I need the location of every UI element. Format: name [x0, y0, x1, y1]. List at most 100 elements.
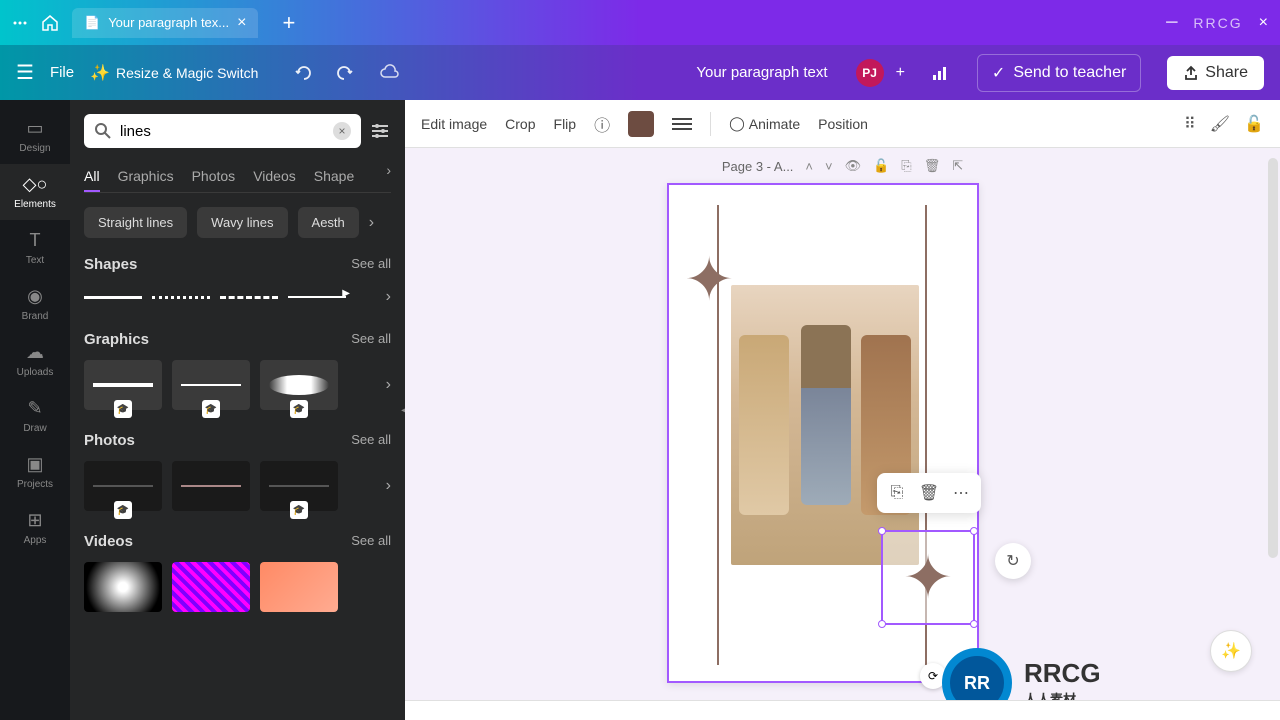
hide-page-icon[interactable]: 👁	[845, 158, 862, 174]
shape-line-arrow[interactable]	[288, 285, 346, 309]
cloud-sync-icon[interactable]	[378, 62, 400, 84]
position-button[interactable]: Position	[818, 116, 868, 132]
app-menu-icon[interactable]	[12, 15, 28, 31]
user-avatar[interactable]: PJ	[856, 59, 884, 87]
nav-apps[interactable]: ⊞ Apps	[0, 500, 70, 556]
nav-projects[interactable]: ▣ Projects	[0, 444, 70, 500]
resize-handle[interactable]	[970, 620, 978, 628]
tab-all[interactable]: All	[84, 162, 100, 192]
resize-magic-button[interactable]: ✨ Resize & Magic Switch	[90, 63, 258, 83]
regenerate-icon[interactable]: ↻	[995, 543, 1031, 579]
photo-item[interactable]	[172, 461, 250, 511]
resize-handle[interactable]	[878, 527, 886, 535]
share-button[interactable]: Share	[1167, 56, 1264, 90]
stroke-style-button[interactable]	[672, 118, 692, 130]
transparency-icon[interactable]: ⠿	[1184, 114, 1196, 134]
photo-item[interactable]: 🎓	[260, 461, 338, 511]
elements-icon: ◇○	[23, 174, 48, 195]
edu-badge-icon: 🎓	[114, 501, 132, 519]
chip-straight-lines[interactable]: Straight lines	[84, 207, 187, 238]
more-icon[interactable]: ⋯	[947, 479, 975, 507]
selected-element[interactable]: ✦	[881, 530, 975, 625]
nav-draw[interactable]: ✎ Draw	[0, 388, 70, 444]
copy-style-icon[interactable]: 🖌	[1210, 114, 1230, 134]
edu-badge-icon: 🎓	[290, 501, 308, 519]
filter-icon[interactable]	[369, 114, 391, 148]
tab-videos[interactable]: Videos	[253, 162, 296, 192]
fill-color-swatch[interactable]	[628, 111, 654, 137]
new-tab-button[interactable]: +	[282, 10, 295, 36]
photo-item[interactable]: 🎓	[84, 461, 162, 511]
video-item[interactable]	[172, 562, 250, 612]
ai-assistant-button[interactable]: ✨	[1210, 630, 1252, 672]
document-tab[interactable]: 📄 Your paragraph tex... ×	[72, 8, 258, 38]
see-all-graphics[interactable]: See all	[351, 331, 391, 348]
info-icon[interactable]: ⓘ	[594, 112, 610, 136]
photo-element[interactable]	[731, 285, 919, 565]
hamburger-icon[interactable]: ☰	[16, 60, 34, 85]
home-icon[interactable]	[40, 13, 60, 33]
duplicate-icon[interactable]: ⎘	[883, 479, 911, 507]
delete-page-icon[interactable]: 🗑	[924, 158, 941, 174]
resize-handle[interactable]	[878, 620, 886, 628]
see-all-videos[interactable]: See all	[351, 533, 391, 550]
add-user-icon[interactable]: +	[896, 64, 905, 82]
file-menu[interactable]: File	[50, 64, 74, 81]
redo-button[interactable]	[334, 63, 354, 83]
graphic-item[interactable]: 🎓	[84, 360, 162, 410]
chevron-down-icon[interactable]: ˅	[825, 159, 833, 174]
shape-line-dashed[interactable]	[220, 285, 278, 309]
nav-uploads[interactable]: ☁ Uploads	[0, 332, 70, 388]
crop-button[interactable]: Crop	[505, 116, 535, 132]
flip-button[interactable]: Flip	[554, 116, 577, 132]
chevron-right-icon[interactable]: ›	[369, 207, 374, 238]
close-window-icon[interactable]: ×	[1259, 14, 1268, 32]
chevron-right-icon[interactable]: ›	[386, 477, 391, 495]
insights-icon[interactable]	[929, 63, 949, 83]
chip-aesthetic[interactable]: Aesth	[298, 207, 359, 238]
video-item[interactable]	[84, 562, 162, 612]
chevron-right-icon[interactable]: ›	[386, 376, 391, 394]
tab-graphics[interactable]: Graphics	[118, 162, 174, 192]
clear-search-icon[interactable]: ×	[333, 122, 351, 140]
lock-icon[interactable]: 🔓	[1244, 114, 1264, 134]
nav-label: Elements	[14, 199, 56, 210]
video-item[interactable]	[260, 562, 338, 612]
sparkle-graphic[interactable]: ✦	[684, 245, 734, 315]
send-to-teacher-button[interactable]: ✓ Send to teacher	[977, 54, 1141, 92]
chevron-right-icon[interactable]: ›	[386, 288, 391, 306]
scrollbar[interactable]	[1268, 158, 1278, 558]
minimize-icon[interactable]: ─	[1166, 14, 1177, 32]
shape-line-solid[interactable]	[84, 285, 142, 309]
nav-text[interactable]: T Text	[0, 220, 70, 276]
nav-design[interactable]: ▭ Design	[0, 108, 70, 164]
undo-button[interactable]	[294, 63, 314, 83]
search-input[interactable]	[120, 123, 333, 140]
chevron-up-icon[interactable]: ˄	[805, 159, 813, 174]
export-page-icon[interactable]: ⇱	[952, 158, 963, 174]
close-icon[interactable]: ×	[237, 14, 246, 32]
duplicate-page-icon[interactable]: ⎘	[901, 158, 911, 174]
search-box[interactable]: ×	[84, 114, 361, 148]
nav-brand[interactable]: ◉ Brand	[0, 276, 70, 332]
lock-page-icon[interactable]: 🔓	[873, 158, 889, 174]
nav-elements[interactable]: ◇○ Elements	[0, 164, 70, 220]
panel-collapse-handle[interactable]	[397, 380, 405, 440]
rotate-handle[interactable]: ⟳	[920, 663, 946, 689]
chip-wavy-lines[interactable]: Wavy lines	[197, 207, 287, 238]
chevron-right-icon[interactable]: ›	[386, 162, 391, 192]
trash-icon[interactable]: 🗑	[915, 479, 943, 507]
shape-line-dotted[interactable]	[152, 285, 210, 309]
document-title[interactable]: Your paragraph text	[696, 64, 827, 81]
animate-button[interactable]: ◯ Animate	[729, 115, 800, 132]
see-all-shapes[interactable]: See all	[351, 256, 391, 273]
graphic-item[interactable]: 🎓	[172, 360, 250, 410]
design-page[interactable]: ✦ ✦	[667, 183, 979, 683]
resize-handle[interactable]	[970, 527, 978, 535]
graphic-item[interactable]: 🎓	[260, 360, 338, 410]
tab-photos[interactable]: Photos	[192, 162, 236, 192]
canvas-viewport[interactable]: Page 3 - A... ˄ ˅ 👁 🔓 ⎘ 🗑 ⇱ ✦	[405, 148, 1280, 700]
tab-shapes[interactable]: Shape	[314, 162, 354, 192]
edit-image-button[interactable]: Edit image	[421, 116, 487, 132]
see-all-photos[interactable]: See all	[351, 432, 391, 449]
